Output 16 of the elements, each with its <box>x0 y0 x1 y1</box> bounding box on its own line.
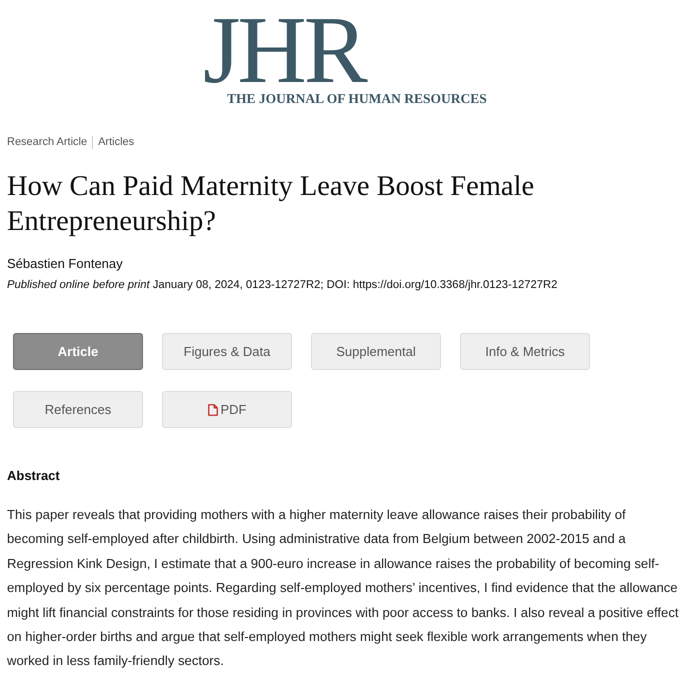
article-tab[interactable]: Figures & Data <box>162 333 292 370</box>
article-tab[interactable]: PDF <box>162 391 292 428</box>
breadcrumb-link[interactable]: Research Article <box>7 135 88 149</box>
article-tab[interactable]: Info & Metrics <box>460 333 590 370</box>
document-icon <box>208 404 218 416</box>
logo-initials: JHR <box>203 10 366 90</box>
abstract-heading: Abstract <box>7 468 60 484</box>
publication-info: Published online before print January 08, 2024, 0123-12727R2; DOI: https://doi.org/10.3368/jhr.0123-12727R2 <box>7 278 558 292</box>
article-tab[interactable]: Supplemental <box>311 333 441 370</box>
article-title: How Can Paid Maternity Leave Boost Female Entrepreneurship? <box>7 170 536 239</box>
author-name: Sébastien Fontenay <box>7 256 123 272</box>
article-tab[interactable]: Article <box>13 333 143 370</box>
breadcrumb-link[interactable]: Articles <box>98 135 134 149</box>
article-tab[interactable]: References <box>13 391 143 428</box>
logo-tagline: THE JOURNAL OF HUMAN RESOURCES <box>227 92 487 106</box>
abstract-text: This paper reveals that providing mothers with a higher maternity leave allowance raises their probability of becoming self-employed after childbirth. Using administrative data from Belgium between 2002-2015 and a Regression Kink Design, I estimate that a 900-euro increase in allowance raises the probability of becoming self-employed by six percentage points. Regarding self-employed mothers’ incentives, I find evidence that the allowance might lift financial constraints for those residing in provinces with poor access to banks. I also reveal a positive effect on higher-order births and argue that self-employed mothers might seek flexible work arrangements when they worked in less family-friendly sectors. <box>7 506 680 670</box>
